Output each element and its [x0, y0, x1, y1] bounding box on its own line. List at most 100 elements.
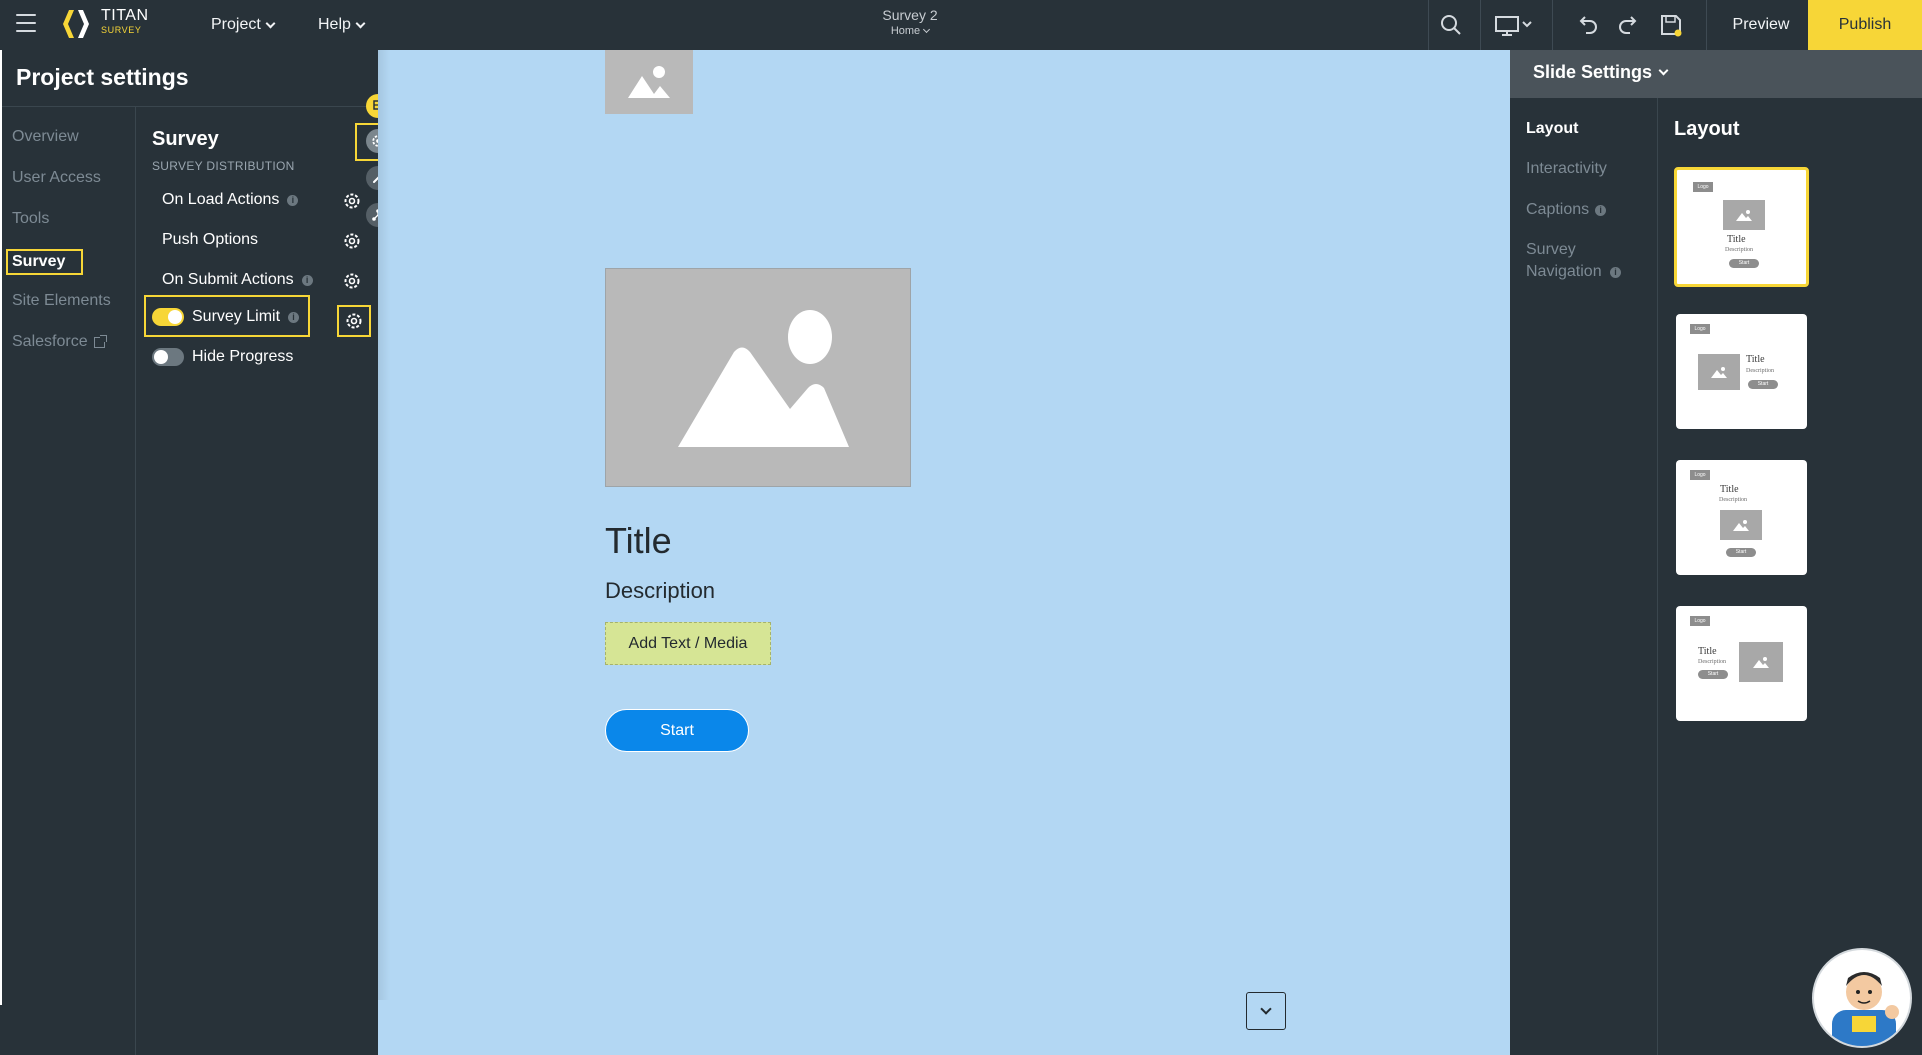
option-on-load-actions: On Load Actions i	[162, 191, 299, 209]
brand-name: TITAN	[101, 7, 149, 24]
start-button[interactable]: Start	[605, 709, 749, 752]
tab-survey-navigation[interactable]: Survey Navigation i	[1526, 239, 1626, 284]
external-link-icon	[93, 334, 107, 348]
gear-icon[interactable]	[344, 311, 364, 331]
desktop-icon[interactable]	[1494, 12, 1536, 38]
info-icon[interactable]: i	[1610, 266, 1622, 278]
layout-description-text: Description	[1698, 659, 1726, 665]
brand-product: SURVEY	[101, 25, 142, 35]
nav-item-site-elements[interactable]: Site Elements	[12, 292, 111, 310]
slide-title[interactable]: Title	[605, 520, 672, 562]
document-title[interactable]: Survey 2 Home	[860, 7, 960, 37]
nav-item-user-access[interactable]: User Access	[12, 169, 101, 187]
hide-progress-toggle[interactable]	[152, 348, 184, 366]
layout-image	[1698, 354, 1740, 390]
layout-start: Start	[1698, 670, 1728, 679]
project-menu-label: Project	[211, 16, 261, 33]
menu-icon[interactable]	[16, 14, 36, 32]
chevron-down-icon	[1260, 1003, 1272, 1015]
option-hide-progress: Hide Progress	[152, 348, 293, 366]
save-icon[interactable]	[1658, 12, 1684, 38]
image-icon	[1711, 367, 1727, 378]
layout-title: Layout	[1674, 118, 1740, 140]
layout-image	[1739, 642, 1783, 682]
nav-item-salesforce[interactable]: Salesforce	[12, 333, 107, 351]
image-icon	[1736, 210, 1752, 221]
image-icon	[628, 66, 670, 98]
layout-logo: Logo	[1690, 324, 1710, 334]
brand: TITAN SURVEY	[101, 8, 149, 35]
layout-start: Start	[1748, 380, 1778, 389]
tab-layout[interactable]: Layout	[1526, 118, 1578, 140]
option-on-submit-actions: On Submit Actions i	[162, 271, 313, 289]
gear-icon[interactable]	[342, 271, 362, 291]
layout-logo: Logo	[1690, 470, 1710, 480]
logo-placeholder[interactable]	[605, 50, 693, 114]
nav-item-overview[interactable]: Overview	[12, 128, 79, 146]
layout-option-centered[interactable]: Logo Title Description Start	[1674, 167, 1809, 287]
project-menu[interactable]: Project	[211, 16, 276, 34]
layout-option-image-bottom[interactable]: Logo Title Description Start	[1676, 460, 1807, 575]
tab-captions[interactable]: Captions i	[1526, 199, 1607, 221]
slide-canvas[interactable]	[378, 50, 1510, 1055]
tab-label: Captions	[1526, 201, 1590, 218]
chevron-down-icon	[923, 25, 931, 34]
survey-limit-toggle[interactable]	[152, 308, 184, 326]
image-icon	[678, 310, 849, 447]
image-icon	[1753, 657, 1769, 668]
option-label: Survey Limit	[192, 308, 281, 325]
publish-button[interactable]: Publish	[1808, 0, 1922, 50]
undo-icon[interactable]	[1574, 12, 1600, 38]
section-title: Survey	[152, 128, 219, 150]
layout-option-image-left[interactable]: Logo Title Description Start	[1676, 314, 1807, 429]
layout-logo: Logo	[1690, 616, 1710, 626]
search-icon[interactable]	[1438, 12, 1464, 38]
panel-title: Project settings	[16, 64, 189, 90]
info-icon[interactable]: i	[288, 311, 300, 323]
image-placeholder[interactable]	[605, 268, 911, 487]
layout-image	[1723, 200, 1765, 230]
divider	[1657, 98, 1658, 1055]
nav-item-tools[interactable]: Tools	[12, 210, 49, 228]
layout-option-image-right[interactable]: Logo Title Description Start	[1676, 606, 1807, 721]
help-menu[interactable]: Help	[318, 16, 366, 34]
slide-settings-dropdown[interactable]: Slide Settings	[1533, 62, 1669, 83]
nav-item-survey[interactable]: Survey	[6, 249, 84, 275]
layout-logo: Logo	[1693, 182, 1713, 192]
info-icon[interactable]: i	[301, 274, 313, 286]
info-icon[interactable]: i	[287, 194, 299, 206]
chevron-down-icon	[265, 18, 276, 28]
divider	[135, 107, 136, 1055]
slide-description[interactable]: Description	[605, 578, 715, 604]
scroll-down-button[interactable]	[1246, 992, 1286, 1030]
header-label: Slide Settings	[1533, 62, 1653, 82]
project-settings-panel: Project settings Overview User Access To…	[0, 50, 407, 1055]
gear-icon[interactable]	[342, 191, 362, 211]
shadow	[378, 50, 390, 1000]
page-selector[interactable]: Home	[860, 25, 960, 37]
layout-description-text: Description	[1725, 247, 1753, 253]
page-name: Home	[890, 25, 921, 37]
gear-icon[interactable]	[342, 231, 362, 251]
section-subtitle: SURVEY DISTRIBUTION	[152, 159, 295, 173]
info-icon[interactable]: i	[1595, 204, 1607, 216]
assistant-avatar[interactable]	[1812, 948, 1912, 1048]
add-text-media-button[interactable]: Add Text / Media	[605, 622, 771, 665]
layout-description-text: Description	[1719, 497, 1747, 503]
redo-icon[interactable]	[1616, 12, 1642, 38]
preview-button[interactable]: Preview	[1714, 0, 1808, 50]
tab-interactivity[interactable]: Interactivity	[1526, 158, 1607, 180]
help-menu-label: Help	[318, 16, 351, 33]
option-survey-limit: Survey Limit i	[152, 308, 300, 326]
divider	[1428, 0, 1429, 50]
option-label: Hide Progress	[192, 348, 294, 365]
survey-name: Survey 2	[882, 7, 938, 23]
divider	[1480, 0, 1481, 50]
image-icon	[1733, 520, 1749, 531]
layout-title-text: Title	[1698, 646, 1717, 657]
divider	[0, 106, 378, 107]
chevron-down-icon	[355, 18, 366, 28]
top-bar: TITAN SURVEY Project Help Survey 2 Home	[0, 0, 1922, 50]
layout-title-text: Title	[1727, 234, 1746, 245]
titan-logo-icon	[63, 10, 89, 38]
